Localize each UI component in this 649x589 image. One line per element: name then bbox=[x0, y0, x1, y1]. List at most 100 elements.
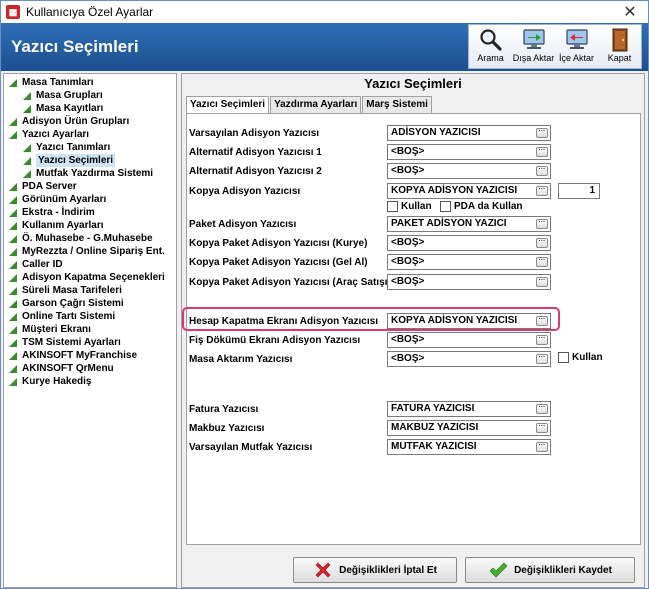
tree-item[interactable]: PDA Server bbox=[4, 180, 176, 193]
highlight-box bbox=[182, 307, 560, 331]
tree-item-label: MyRezzta / Online Sipariş Ent. bbox=[22, 246, 165, 257]
tree-item[interactable]: Kullanım Ayarları bbox=[4, 219, 176, 232]
tree-item[interactable]: Yazıcı Ayarları bbox=[4, 128, 176, 141]
close-window-button[interactable]: ✕ bbox=[616, 1, 644, 23]
tree-item[interactable]: Caller ID bbox=[4, 258, 176, 271]
printer-select-value: <BOŞ> bbox=[391, 256, 425, 267]
tree-arrow-icon bbox=[9, 260, 17, 269]
copy-count-input[interactable]: 1 bbox=[558, 183, 600, 199]
tree-item[interactable]: Mutfak Yazdırma Sistemi bbox=[4, 167, 176, 180]
export-button-label: Dışa Aktar bbox=[512, 53, 555, 63]
printer-select-field[interactable]: KOPYA ADİSYON YAZICISI ··· bbox=[387, 183, 551, 199]
settings-window: ▦ Kullanıcıya Özel Ayarlar ✕ Yazıcı Seçi… bbox=[0, 0, 649, 589]
browse-ellipsis-icon[interactable]: ··· bbox=[536, 442, 548, 452]
exit-button[interactable]: Kapat bbox=[598, 25, 641, 68]
tree-arrow-icon bbox=[9, 299, 17, 308]
browse-ellipsis-icon[interactable]: ··· bbox=[536, 335, 548, 345]
tree-item[interactable]: Görünüm Ayarları bbox=[4, 193, 176, 206]
browse-ellipsis-icon[interactable]: ··· bbox=[536, 404, 548, 414]
tree-arrow-icon bbox=[9, 78, 17, 87]
printer-select-field[interactable]: <BOŞ> ··· bbox=[387, 254, 551, 270]
browse-ellipsis-icon[interactable]: ··· bbox=[536, 186, 548, 196]
tree-item[interactable]: MyRezzta / Online Sipariş Ent. bbox=[4, 245, 176, 258]
use-checkbox[interactable]: Kullan bbox=[387, 201, 432, 212]
tree-item[interactable]: Ekstra - İndirim bbox=[4, 206, 176, 219]
tree-arrow-icon bbox=[9, 117, 17, 126]
tree-item[interactable]: Adisyon Ürün Grupları bbox=[4, 115, 176, 128]
tree-item[interactable]: Masa Grupları bbox=[4, 89, 176, 102]
import-button-label: İçe Aktar bbox=[558, 53, 594, 63]
tree-item[interactable]: Online Tartı Sistemi bbox=[4, 310, 176, 323]
tree-item[interactable]: Masa Tanımları bbox=[4, 76, 176, 89]
printer-row-label: Alternatif Adisyon Yazıcısı 2 bbox=[189, 166, 322, 177]
printer-select-field[interactable]: FATURA YAZICISI ··· bbox=[387, 401, 551, 417]
printer-select-field[interactable]: MAKBUZ YAZICISI ··· bbox=[387, 420, 551, 436]
tree-item-label: Masa Kayıtları bbox=[36, 103, 104, 114]
transfer-use-checkbox[interactable]: Kullan bbox=[558, 352, 603, 363]
tree-item[interactable]: Müşteri Ekranı bbox=[4, 323, 176, 336]
printer-select-field[interactable]: ADİSYON YAZICISI ··· bbox=[387, 125, 551, 141]
printer-select-field[interactable]: <BOŞ> ··· bbox=[387, 163, 551, 179]
search-button[interactable]: Arama bbox=[469, 25, 512, 68]
printer-select-field[interactable]: <BOŞ> ··· bbox=[387, 332, 551, 348]
import-monitor-icon bbox=[565, 29, 588, 49]
checkbox-box[interactable] bbox=[387, 201, 398, 212]
printer-select-value: <BOŞ> bbox=[391, 334, 425, 345]
browse-ellipsis-icon[interactable]: ··· bbox=[536, 147, 548, 157]
tree-arrow-icon bbox=[9, 364, 17, 373]
tree-item-label: Kullanım Ayarları bbox=[22, 220, 104, 231]
printer-select-value: FATURA YAZICISI bbox=[391, 403, 475, 414]
pda-use-checkbox[interactable]: PDA da Kullan bbox=[440, 201, 523, 212]
cancel-changes-button[interactable]: Değişiklikleri İptal Et bbox=[293, 557, 457, 583]
tree-item-label: Yazıcı Seçimleri bbox=[36, 154, 116, 167]
tree-arrow-icon bbox=[9, 286, 17, 295]
printer-select-field[interactable]: MUTFAK YAZICISI ··· bbox=[387, 439, 551, 455]
tree-arrow-icon bbox=[9, 182, 17, 191]
browse-ellipsis-icon[interactable]: ··· bbox=[536, 128, 548, 138]
tab-printer-selections[interactable]: Yazıcı Seçimleri bbox=[186, 96, 270, 114]
tab-print-settings[interactable]: Yazdırma Ayarları bbox=[270, 96, 362, 113]
tree-item[interactable]: AKINSOFT QrMenu bbox=[4, 362, 176, 375]
checkbox-box[interactable] bbox=[440, 201, 451, 212]
tree-arrow-icon bbox=[23, 104, 31, 113]
printer-select-field[interactable]: <BOŞ> ··· bbox=[387, 274, 551, 290]
printer-select-value: <BOŞ> bbox=[391, 237, 425, 248]
printer-select-value: ADİSYON YAZICISI bbox=[391, 127, 481, 138]
tree-arrow-icon bbox=[9, 273, 17, 282]
tree-item-label: Adisyon Kapatma Seçenekleri bbox=[22, 272, 165, 283]
tree-item[interactable]: Yazıcı Tanımları bbox=[4, 141, 176, 154]
browse-ellipsis-icon[interactable]: ··· bbox=[536, 423, 548, 433]
tree-item[interactable]: Masa Kayıtları bbox=[4, 102, 176, 115]
export-button[interactable]: Dışa Aktar bbox=[512, 25, 555, 68]
tree-item[interactable]: Süreli Masa Tarifeleri bbox=[4, 284, 176, 297]
tree-item[interactable]: Garson Çağrı Sistemi bbox=[4, 297, 176, 310]
printer-row-label: Alternatif Adisyon Yazıcısı 1 bbox=[189, 147, 322, 158]
tree-item[interactable]: Ö. Muhasebe - G.Muhasebe bbox=[4, 232, 176, 245]
tree-item[interactable]: Yazıcı Seçimleri bbox=[4, 154, 176, 167]
browse-ellipsis-icon[interactable]: ··· bbox=[536, 354, 548, 364]
printer-select-field[interactable]: <BOŞ> ··· bbox=[387, 235, 551, 251]
exit-door-icon bbox=[612, 28, 627, 52]
tree-item-label: Süreli Masa Tarifeleri bbox=[22, 285, 122, 296]
import-button[interactable]: İçe Aktar bbox=[555, 25, 598, 68]
printer-select-field[interactable]: <BOŞ> ··· bbox=[387, 144, 551, 160]
browse-ellipsis-icon[interactable]: ··· bbox=[536, 166, 548, 176]
tree-item[interactable]: TSM Sistemi Ayarları bbox=[4, 336, 176, 349]
tree-item-label: Garson Çağrı Sistemi bbox=[22, 298, 124, 309]
browse-ellipsis-icon[interactable]: ··· bbox=[536, 257, 548, 267]
browse-ellipsis-icon[interactable]: ··· bbox=[536, 277, 548, 287]
checkbox-box[interactable] bbox=[558, 352, 569, 363]
browse-ellipsis-icon[interactable]: ··· bbox=[536, 238, 548, 248]
printer-select-field[interactable]: <BOŞ> ··· bbox=[387, 351, 551, 367]
tree-item-label: Ö. Muhasebe - G.Muhasebe bbox=[22, 233, 153, 244]
printer-select-field[interactable]: PAKET ADİSYON YAZICI ··· bbox=[387, 216, 551, 232]
tree-item[interactable]: Kurye Hakediş bbox=[4, 375, 176, 388]
save-changes-button[interactable]: Değişiklikleri Kaydet bbox=[465, 557, 635, 583]
browse-ellipsis-icon[interactable]: ··· bbox=[536, 219, 548, 229]
tree-arrow-icon bbox=[23, 91, 31, 100]
tab-march-system[interactable]: Marş Sistemi bbox=[362, 96, 432, 113]
tree-item[interactable]: AKINSOFT MyFranchise bbox=[4, 349, 176, 362]
tree-arrow-icon bbox=[9, 312, 17, 321]
tree-item[interactable]: Adisyon Kapatma Seçenekleri bbox=[4, 271, 176, 284]
printer-row-label: Varsayılan Mutfak Yazıcısı bbox=[189, 442, 313, 453]
